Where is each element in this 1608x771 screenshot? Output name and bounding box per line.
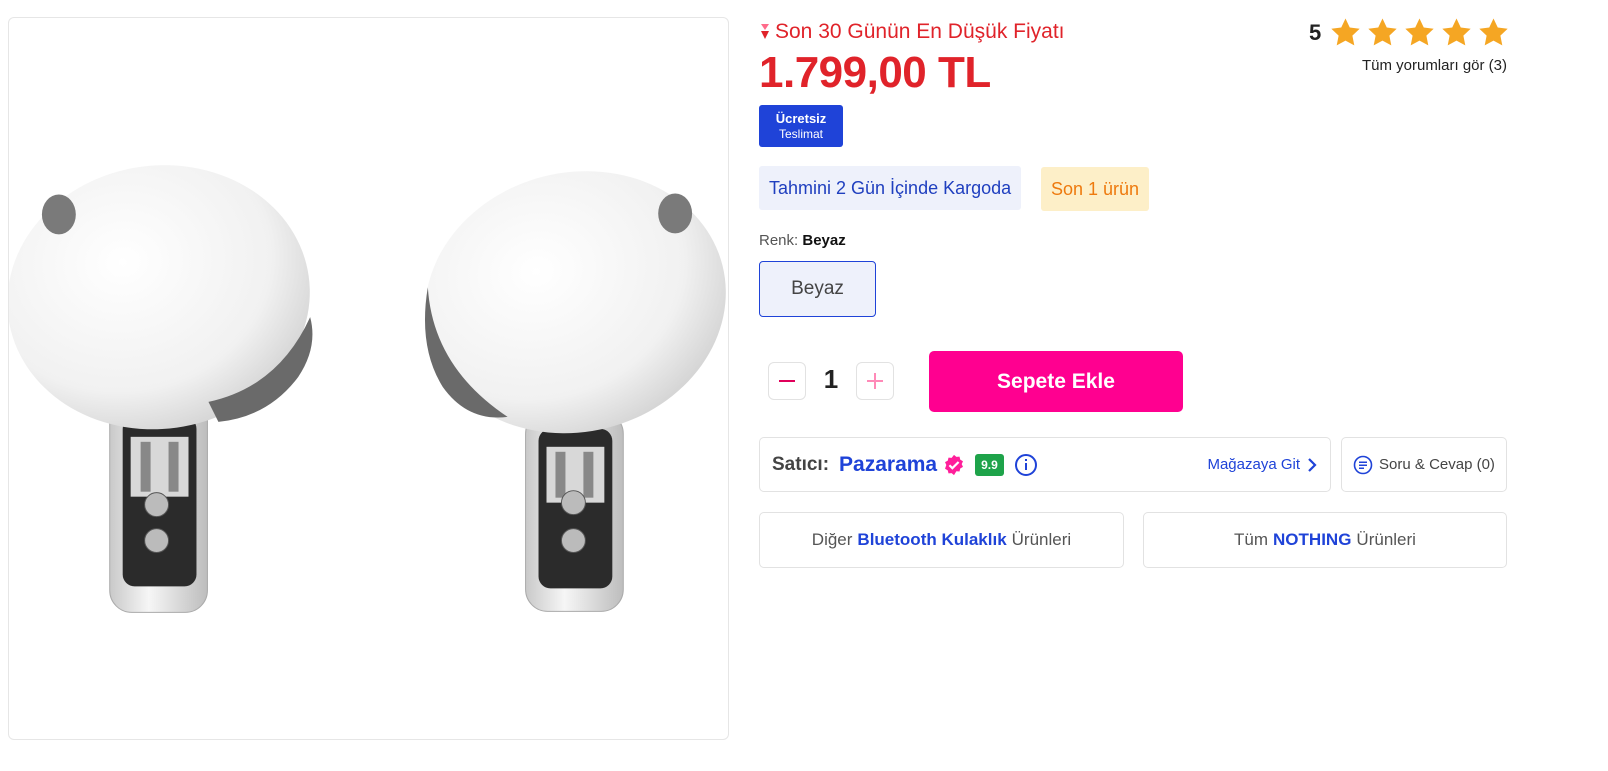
plus-icon bbox=[867, 373, 883, 389]
seller-name[interactable]: Pazarama bbox=[839, 453, 937, 477]
product-page: Son 30 Günün En Düşük Fiyatı 1.799,00 TL… bbox=[0, 0, 1608, 771]
qa-icon bbox=[1353, 455, 1373, 474]
star-icon bbox=[1479, 18, 1508, 46]
go-to-store-link[interactable]: Mağazaya Git bbox=[1207, 456, 1318, 473]
stock-badge: Son 1 ürün bbox=[1041, 167, 1150, 211]
star-icon bbox=[1368, 18, 1397, 46]
brand-name: NOTHING bbox=[1273, 530, 1352, 549]
qa-label: Soru & Cevap (0) bbox=[1379, 456, 1495, 473]
add-to-cart-button[interactable]: Sepete Ekle bbox=[929, 351, 1183, 412]
chevron-right-icon bbox=[1308, 457, 1317, 472]
category-name: Bluetooth Kulaklık bbox=[857, 530, 1007, 549]
seller-score-badge: 9.9 bbox=[975, 453, 1004, 476]
seller-box: Satıcı: Pazarama 9.9 Mağazaya Git bbox=[759, 437, 1331, 492]
rating-score: 5 bbox=[1309, 19, 1322, 45]
free-shipping-line1: Ücretsiz bbox=[775, 111, 827, 126]
other-category-products-button[interactable]: Diğer Bluetooth Kulaklık Ürünleri bbox=[759, 512, 1124, 568]
quantity-decrease-button[interactable] bbox=[768, 362, 806, 400]
brand-products-button[interactable]: Tüm NOTHING Ürünleri bbox=[1143, 512, 1507, 568]
seller-label: Satıcı: bbox=[772, 453, 830, 475]
shipping-estimate-badge: Tahmini 2 Gün İçinde Kargoda bbox=[759, 166, 1022, 210]
info-icon[interactable] bbox=[1014, 453, 1038, 477]
rating[interactable]: 5 bbox=[1309, 16, 1510, 49]
star-icon bbox=[1442, 18, 1471, 46]
product-image-panel[interactable] bbox=[8, 17, 729, 740]
color-option-beyaz[interactable]: Beyaz bbox=[759, 261, 876, 317]
color-label-text: Renk: bbox=[759, 232, 799, 249]
verified-icon bbox=[945, 454, 964, 475]
brand-prefix: Tüm bbox=[1234, 530, 1269, 549]
product-price: 1.799,00 TL bbox=[759, 48, 991, 97]
free-shipping-badge: Ücretsiz Teslimat bbox=[759, 105, 843, 147]
price-down-icon bbox=[761, 24, 769, 39]
qa-button[interactable]: Soru & Cevap (0) bbox=[1341, 437, 1507, 492]
lowest-price-text: Son 30 Günün En Düşük Fiyatı bbox=[775, 20, 1065, 43]
all-reviews-link[interactable]: Tüm yorumları gör (3) bbox=[1362, 57, 1507, 74]
product-image bbox=[9, 165, 726, 613]
go-to-store-label: Mağazaya Git bbox=[1207, 456, 1300, 473]
brand-suffix: Ürünleri bbox=[1356, 530, 1416, 549]
free-shipping-line2: Teslimat bbox=[778, 127, 823, 142]
color-selected-value: Beyaz bbox=[802, 232, 846, 249]
category-suffix: Ürünleri bbox=[1011, 530, 1072, 549]
category-prefix: Diğer bbox=[811, 530, 853, 549]
quantity-increase-button[interactable] bbox=[856, 362, 894, 400]
color-label: Renk: Beyaz bbox=[759, 232, 846, 249]
lowest-price-notice: Son 30 Günün En Düşük Fiyatı bbox=[759, 20, 1065, 44]
star-icon bbox=[1405, 18, 1434, 46]
minus-icon bbox=[779, 380, 795, 382]
star-icon bbox=[1331, 18, 1360, 46]
quantity-value[interactable]: 1 bbox=[820, 364, 842, 395]
